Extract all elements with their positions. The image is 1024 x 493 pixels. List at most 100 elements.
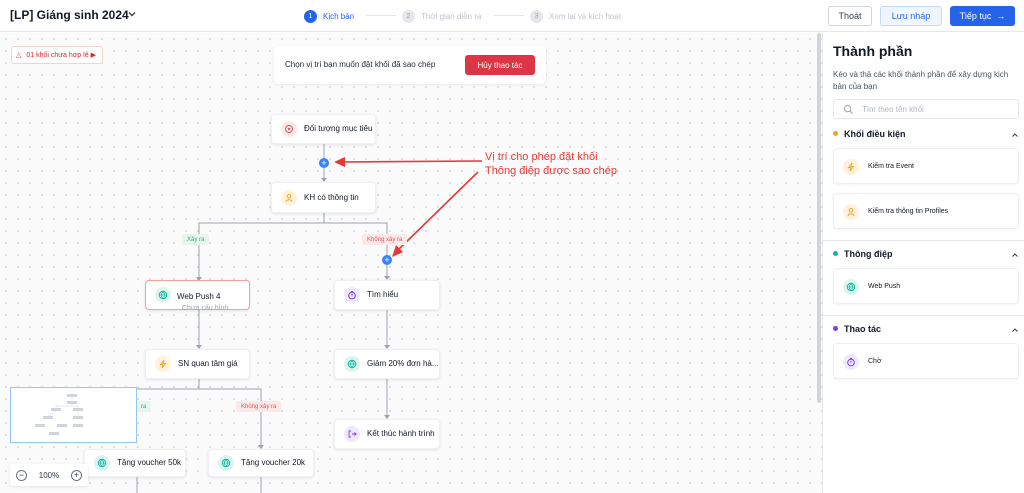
node-label: Tặng voucher 50k <box>117 458 182 467</box>
zoom-in-icon[interactable]: + <box>71 469 82 481</box>
person-icon <box>281 189 297 206</box>
step-schedule[interactable]: 2 Thời gian diễn ra <box>402 8 481 24</box>
section-dot <box>833 251 838 256</box>
node-label: Tìm hiểu <box>367 290 399 299</box>
invalid-blocks-label: 01 khối chưa hợp lệ <box>26 51 89 59</box>
node-label: Đối tượng mục tiêu <box>304 124 373 133</box>
section-title: Khối điều kiện <box>844 129 906 139</box>
canvas-scrollbar[interactable] <box>817 33 821 403</box>
annotation-line: Thông điệp được sao chép <box>485 165 617 177</box>
step-number: 3 <box>530 9 543 23</box>
step-label: Xem lại và kích hoạt <box>549 11 622 21</box>
node-label: Kết thúc hành trình <box>367 429 435 438</box>
node-birthday-price[interactable]: SN quan tâm giá <box>145 349 250 379</box>
banner-message: Chọn vị trí bạn muốn đặt khối đã sao ché… <box>285 60 436 69</box>
globe-icon <box>155 287 171 303</box>
block-card-wait[interactable]: Chờ <box>833 343 1019 379</box>
branch-no-badge: Không xảy ra <box>236 401 282 412</box>
continue-button[interactable]: Tiếp tục → <box>950 6 1015 26</box>
zoom-out-icon[interactable]: − <box>16 469 27 481</box>
chevron-up-icon[interactable] <box>1011 251 1019 259</box>
stopwatch-icon <box>843 354 859 370</box>
block-card-check-profile[interactable]: Kiểm tra thông tin Profiles <box>833 193 1019 229</box>
drop-position-plus-icon[interactable]: + <box>382 255 392 265</box>
step-review[interactable]: 3 Xem lại và kích hoạt <box>530 8 621 24</box>
search-box[interactable] <box>833 99 1019 119</box>
globe-icon <box>94 455 110 471</box>
exit-icon <box>344 426 360 442</box>
section-dot <box>833 326 838 331</box>
block-label: Chờ <box>868 358 882 365</box>
node-target-audience[interactable]: Đối tượng mục tiêu <box>271 114 376 144</box>
lightning-icon <box>843 159 859 175</box>
minimap-preview <box>35 394 83 435</box>
block-card-web-push[interactable]: Web Push <box>833 268 1019 304</box>
minimap[interactable] <box>10 387 137 443</box>
node-label: Tặng voucher 20k <box>241 458 306 467</box>
section-condition-blocks[interactable]: Khối điều kiện <box>833 128 1019 142</box>
cancel-action-button[interactable]: Hủy thao tác <box>465 55 535 75</box>
node-web-push-4[interactable]: Web Push 4 Chưa cấu hình <box>145 280 250 312</box>
globe-icon <box>218 455 234 471</box>
node-learn[interactable]: Tìm hiểu <box>334 280 440 310</box>
node-status: Chưa cấu hình <box>182 305 229 312</box>
chevron-up-icon[interactable] <box>1011 131 1019 139</box>
step-number: 2 <box>402 9 415 23</box>
section-dot <box>833 131 838 136</box>
step-label: Thời gian diễn ra <box>421 11 482 21</box>
sidebar-title: Thành phần <box>833 43 913 59</box>
node-voucher-50k[interactable]: Tặng voucher 50k <box>84 449 186 477</box>
zoom-level: 100% <box>38 470 60 480</box>
annotation-line: Vị trí cho phép đặt khối <box>485 151 598 163</box>
search-input[interactable] <box>862 103 1012 116</box>
step-connector <box>494 15 524 16</box>
drop-position-plus-icon[interactable]: + <box>319 158 329 168</box>
chevron-up-icon[interactable] <box>1011 326 1019 334</box>
node-has-info[interactable]: KH có thông tin <box>271 182 376 213</box>
components-sidebar: Thành phần Kéo và thả các khối thành phầ… <box>822 33 1024 493</box>
invalid-blocks-alert[interactable]: △ 01 khối chưa hợp lệ ▶ <box>11 46 103 64</box>
step-scenario[interactable]: 1 Kịch bản <box>304 8 354 24</box>
section-divider <box>823 240 1024 241</box>
arrow-right-icon: → <box>996 11 1006 21</box>
globe-icon <box>843 279 859 295</box>
node-voucher-20k[interactable]: Tặng voucher 20k <box>208 449 314 477</box>
project-title[interactable]: [LP] Giáng sinh 2024 <box>10 8 129 22</box>
annotation-text: Vị trí cho phép đặt khối Thông điệp được… <box>485 150 617 178</box>
node-label: Web Push 4 <box>177 292 221 301</box>
step-number: 1 <box>304 9 317 23</box>
branch-yes-badge: Xảy ra <box>182 234 210 245</box>
block-label: Kiểm tra Event <box>868 163 914 170</box>
step-label: Kịch bản <box>323 11 355 21</box>
section-actions[interactable]: Thao tác <box>833 323 1019 337</box>
node-discount[interactable]: Giảm 20% đơn hà... <box>334 349 440 379</box>
lightning-icon <box>155 356 171 372</box>
node-end-journey[interactable]: Kết thúc hành trình <box>334 419 440 449</box>
block-card-check-event[interactable]: Kiểm tra Event <box>833 148 1019 184</box>
node-label: Giảm 20% đơn hà... <box>367 359 439 368</box>
copy-placement-banner: Chọn vị trí bạn muốn đặt khối đã sao ché… <box>274 46 546 84</box>
node-label: SN quan tâm giá <box>178 359 238 368</box>
search-icon <box>843 104 853 114</box>
chevron-down-icon[interactable] <box>127 9 137 19</box>
zoom-controls: − 100% + <box>10 464 88 486</box>
caret-right-icon: ▶ <box>90 52 96 59</box>
continue-label: Tiếp tục <box>959 11 992 21</box>
block-label: Kiểm tra thông tin Profiles <box>868 208 949 215</box>
node-label: KH có thông tin <box>304 192 359 202</box>
top-header: [LP] Giáng sinh 2024 1 Kịch bản 2 Thời g… <box>0 0 1024 32</box>
section-title: Thao tác <box>844 324 882 334</box>
stopwatch-icon <box>344 287 360 303</box>
person-icon <box>843 204 859 220</box>
section-messages[interactable]: Thông điệp <box>833 248 1019 262</box>
exit-button[interactable]: Thoát <box>828 6 872 26</box>
step-connector <box>366 15 396 16</box>
sidebar-description: Kéo và thả các khối thành phần để xây dự… <box>833 70 1009 91</box>
branch-no-badge: Không xảy ra <box>362 234 408 245</box>
globe-icon <box>344 356 360 372</box>
block-label: Web Push <box>868 283 901 290</box>
section-title: Thông điệp <box>844 249 893 259</box>
section-divider <box>823 315 1024 316</box>
warning-icon: △ <box>16 52 22 59</box>
save-draft-button[interactable]: Lưu nháp <box>880 6 942 26</box>
